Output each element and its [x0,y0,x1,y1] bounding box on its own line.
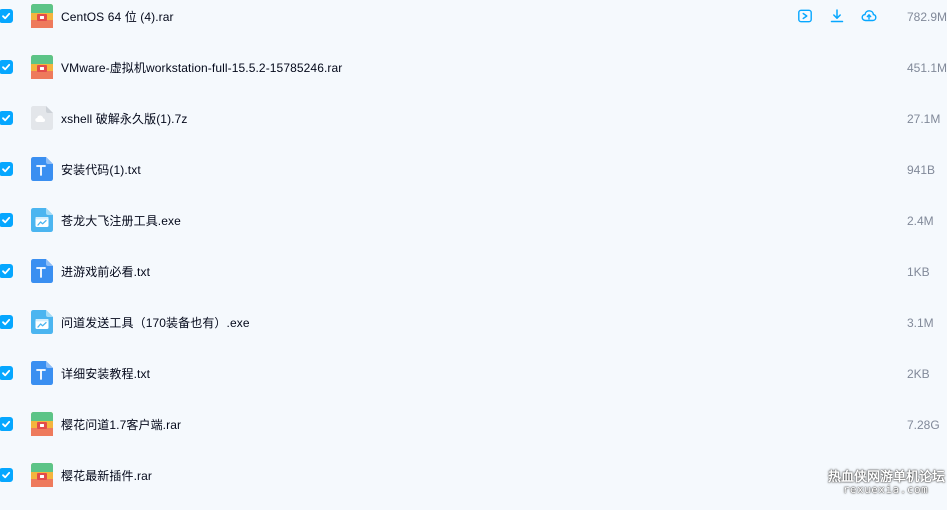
checkbox-checked[interactable] [0,417,13,431]
cloud-button[interactable] [860,7,878,25]
file-row[interactable]: 樱花最新插件.rar [0,459,947,510]
watermark-title: 热血侠网游单机论坛 [828,469,946,484]
watermark: 热血侠网游单机论坛 rexuexia.com [828,469,946,496]
file-name[interactable]: 详细安装教程.txt [61,366,150,382]
file-name[interactable]: 问道发送工具（170装备也有）.exe [61,315,250,331]
file-name[interactable]: 苍龙大飞注册工具.exe [61,213,181,229]
share-button[interactable] [796,7,814,25]
file-row[interactable]: xshell 破解永久版(1).7z 27.1M [0,102,947,153]
file-size: 2.4M [907,214,934,228]
file-row[interactable]: 樱花问道1.7客户端.rar 7.28G [0,408,947,459]
file-size: 941B [907,163,936,177]
file-row[interactable]: VMware-虚拟机workstation-full-15.5.2-157852… [0,51,947,102]
file-row[interactable]: 安装代码(1).txt 941B [0,153,947,204]
text-file-icon [31,361,53,385]
file-name[interactable]: 樱花问道1.7客户端.rar [61,417,181,433]
file-name[interactable]: 樱花最新插件.rar [61,468,152,484]
row-actions [796,7,878,25]
archive-file-icon [31,4,53,28]
file-size: 1KB [907,265,930,279]
unknown-file-icon [31,106,53,130]
file-row[interactable]: CentOS 64 位 (4).rar 782.9M [0,0,947,51]
cloud-icon [861,8,877,24]
checkbox-checked[interactable] [0,213,13,227]
checkbox-checked[interactable] [0,468,13,482]
file-row[interactable]: 详细安装教程.txt 2KB [0,357,947,408]
archive-file-icon [31,412,53,436]
text-file-icon [31,259,53,283]
file-size: 7.28G [907,418,940,432]
checkbox-checked[interactable] [0,111,13,125]
file-size: 2KB [907,367,930,381]
file-name[interactable]: xshell 破解永久版(1).7z [61,111,188,127]
checkbox-checked[interactable] [0,366,13,380]
file-row[interactable]: 问道发送工具（170装备也有）.exe 3.1M [0,306,947,357]
file-name[interactable]: CentOS 64 位 (4).rar [61,9,174,25]
file-size: 3.1M [907,316,934,330]
checkbox-checked[interactable] [0,162,13,176]
file-size: 451.1M [907,61,947,75]
archive-file-icon [31,463,53,487]
archive-file-icon [31,55,53,79]
checkbox-checked[interactable] [0,264,13,278]
file-name[interactable]: VMware-虚拟机workstation-full-15.5.2-157852… [61,60,342,76]
watermark-url: rexuexia.com [842,483,929,496]
file-size: 782.9M [907,10,947,24]
download-icon [829,8,845,24]
text-file-icon [31,157,53,181]
checkbox-checked[interactable] [0,60,13,74]
file-name[interactable]: 进游戏前必看.txt [61,264,150,280]
executable-file-icon [31,208,53,232]
file-list: CentOS 64 位 (4).rar 782.9M VMware-虚拟机wor… [0,0,947,503]
file-row[interactable]: 进游戏前必看.txt 1KB [0,255,947,306]
share-icon [797,8,813,24]
file-row[interactable]: 苍龙大飞注册工具.exe 2.4M [0,204,947,255]
checkbox-checked[interactable] [0,9,13,23]
download-button[interactable] [828,7,846,25]
checkbox-checked[interactable] [0,315,13,329]
file-name[interactable]: 安装代码(1).txt [61,162,141,178]
file-size: 27.1M [907,112,941,126]
executable-file-icon [31,310,53,334]
